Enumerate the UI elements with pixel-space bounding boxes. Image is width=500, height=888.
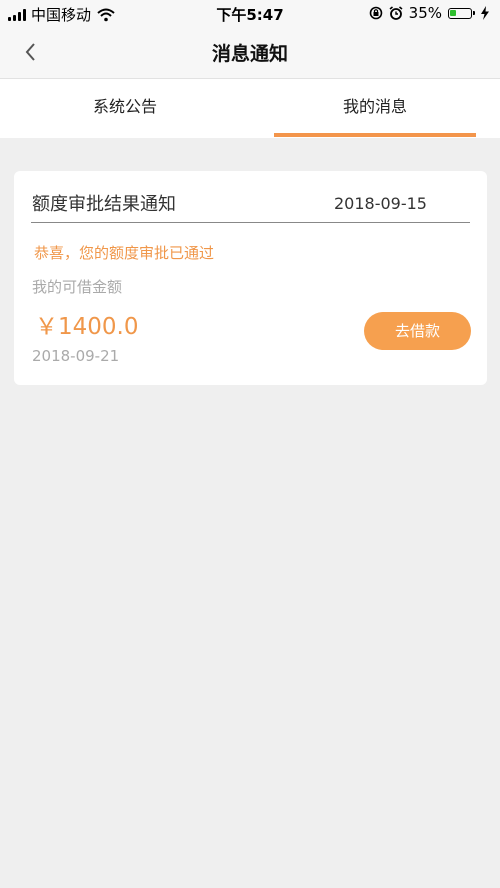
message-header-date: 2018-09-15 <box>334 194 427 213</box>
nav-bar: 消息通知 <box>0 26 500 79</box>
rotation-lock-icon <box>369 6 382 20</box>
amount-label: 我的可借金额 <box>32 278 123 296</box>
page-title: 消息通知 <box>211 43 288 65</box>
tab-my-messages[interactable]: 我的消息 <box>250 79 500 138</box>
active-tab-indicator <box>274 133 476 137</box>
message-card[interactable]: 额度审批结果通知 2018-09-15 恭喜，您的额度审批已通过 我的可借金额 … <box>14 171 487 385</box>
charging-icon <box>481 6 489 20</box>
tab-bar: 系统公告 我的消息 <box>0 79 500 138</box>
borrow-button[interactable]: 去借款 <box>364 312 471 350</box>
amount-value: ￥1400.0 <box>35 314 139 340</box>
approval-text: 恭喜，您的额度审批已通过 <box>34 244 215 262</box>
battery-percent: 35% <box>408 4 442 22</box>
divider <box>31 222 470 223</box>
battery-icon <box>448 7 475 19</box>
status-bar: 中国移动 下午5:47 35% <box>0 0 500 26</box>
tab-system-announcements[interactable]: 系统公告 <box>0 79 250 138</box>
message-title: 额度审批结果通知 <box>32 194 176 215</box>
battery-level <box>450 9 456 16</box>
status-right: 35% <box>369 4 492 22</box>
message-date: 2018-09-21 <box>32 347 120 365</box>
alarm-icon <box>389 6 403 20</box>
